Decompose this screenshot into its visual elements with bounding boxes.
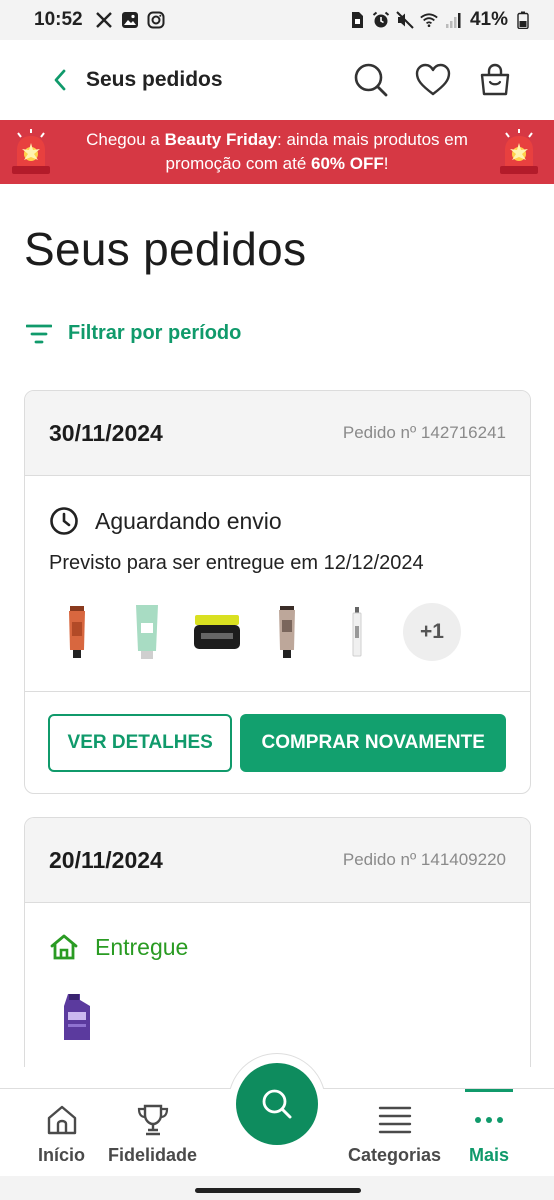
alarm-icon	[372, 11, 390, 29]
siren-icon	[12, 129, 50, 174]
back-button[interactable]	[46, 60, 74, 100]
nav-item-mais[interactable]: Mais	[464, 1089, 514, 1166]
more-items-badge[interactable]: +1	[403, 603, 461, 661]
nav-label: Início	[38, 1145, 86, 1165]
promo-banner[interactable]: Chegou a Beauty Friday: ainda mais produ…	[0, 120, 554, 184]
instagram-icon	[147, 11, 165, 29]
search-button[interactable]	[352, 61, 390, 99]
page-title: Seus pedidos	[24, 223, 307, 275]
order-status: Aguardando envio	[49, 506, 530, 536]
nav-item-fidelidade[interactable]: Fidelidade	[108, 1101, 197, 1166]
product-thumbnail[interactable]	[257, 597, 317, 667]
order-card: 30/11/2024 Pedido nº 142716241 Aguardand…	[24, 390, 531, 794]
x-app-icon	[95, 11, 113, 29]
order-card-header: 30/11/2024 Pedido nº 142716241	[25, 391, 530, 476]
order-number: Pedido nº 142716241	[342, 423, 506, 442]
promo-discount-highlight: 60% OFF	[311, 154, 384, 173]
favorites-button[interactable]	[414, 61, 452, 99]
view-details-button[interactable]: VER DETALHES	[48, 714, 233, 772]
gallery-icon	[121, 11, 139, 29]
product-thumbnail[interactable]	[47, 597, 107, 667]
chevron-left-icon	[54, 69, 66, 91]
battery-level: 41%	[469, 9, 508, 30]
nav-label: Categorias	[348, 1145, 442, 1165]
nav-item-categorias[interactable]: Categorias	[348, 1101, 441, 1166]
mute-icon	[396, 11, 414, 29]
more-dots-icon	[475, 1117, 504, 1123]
filter-icon	[26, 324, 52, 343]
trophy-icon	[137, 1104, 168, 1136]
wifi-icon	[420, 11, 438, 29]
nav-item-inicio[interactable]: Início	[38, 1101, 85, 1166]
system-gesture-area	[0, 1176, 554, 1200]
list-icon	[378, 1106, 411, 1134]
nav-label: Fidelidade	[108, 1145, 198, 1165]
signal-icon	[444, 11, 462, 29]
app-header: Seus pedidos	[0, 40, 554, 120]
shopping-bag-icon	[480, 63, 510, 96]
order-products: +1	[47, 597, 530, 667]
bottom-navigation: Início Fidelidade Categorias Mais	[0, 1053, 554, 1176]
center-search-button[interactable]	[236, 1063, 318, 1145]
home-icon	[47, 1105, 76, 1135]
order-number: Pedido nº 141409220	[342, 850, 506, 869]
buy-again-button[interactable]: COMPRAR NOVAMENTE	[240, 714, 506, 772]
product-thumbnail[interactable]	[187, 597, 247, 667]
delivery-forecast: Previsto para ser entregue em 12/12/2024	[49, 552, 424, 574]
order-date: 30/11/2024	[49, 419, 163, 446]
order-status-text: Aguardando envio	[95, 507, 282, 534]
promo-text-part: Chegou a	[86, 130, 165, 149]
sim-lock-icon	[348, 11, 366, 29]
clock-icon	[50, 507, 78, 535]
battery-icon	[514, 11, 532, 29]
header-title: Seus pedidos	[86, 68, 223, 91]
search-icon	[354, 63, 388, 97]
cart-button[interactable]	[476, 61, 514, 99]
product-thumbnail[interactable]	[47, 983, 107, 1053]
siren-icon	[500, 129, 538, 174]
filter-label: Filtrar por período	[68, 322, 242, 344]
promo-text-part: !	[383, 154, 389, 173]
order-status: Entregue	[49, 933, 530, 961]
filter-by-period-button[interactable]: Filtrar por período	[26, 322, 241, 345]
heart-icon	[415, 63, 451, 96]
order-status-text: Entregue	[95, 933, 189, 960]
status-bar: 10:52 41%	[0, 0, 554, 40]
promo-event-highlight: Beauty Friday	[164, 130, 277, 149]
product-thumbnail[interactable]	[327, 597, 387, 667]
status-time: 10:52	[34, 9, 83, 30]
promo-text: Chegou a Beauty Friday: ainda mais produ…	[67, 128, 487, 176]
order-products	[47, 983, 530, 1053]
nav-label: Mais	[469, 1145, 510, 1165]
order-date: 20/11/2024	[49, 846, 163, 873]
home-delivered-icon	[50, 934, 78, 960]
product-thumbnail[interactable]	[117, 597, 177, 667]
order-card-header: 20/11/2024 Pedido nº 141409220	[25, 818, 530, 903]
home-gesture-bar[interactable]	[195, 1188, 361, 1193]
search-icon	[262, 1089, 292, 1119]
order-card: 20/11/2024 Pedido nº 141409220 Entregue	[24, 817, 531, 1067]
